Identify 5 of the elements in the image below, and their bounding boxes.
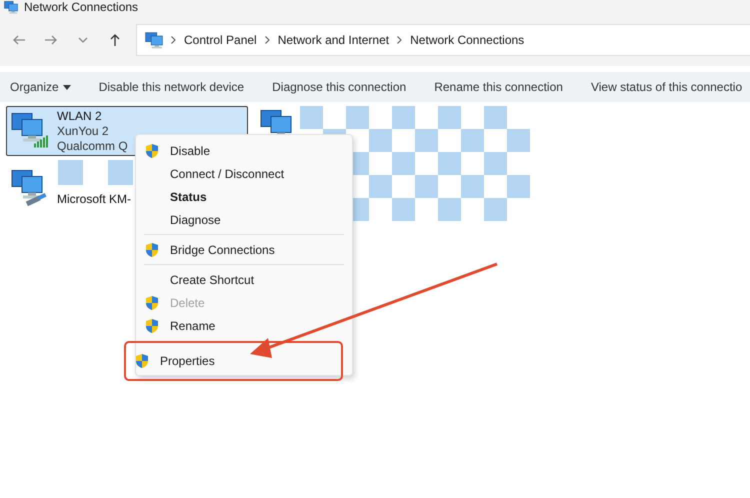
connection-label: Qualcomm Q bbox=[57, 138, 128, 154]
connection-label: XunYou 2 bbox=[57, 124, 110, 138]
connection-label: Microsoft KM- bbox=[57, 192, 132, 207]
window-title: Network Connections bbox=[24, 0, 138, 14]
connection-label: WLAN 2 bbox=[57, 108, 103, 124]
